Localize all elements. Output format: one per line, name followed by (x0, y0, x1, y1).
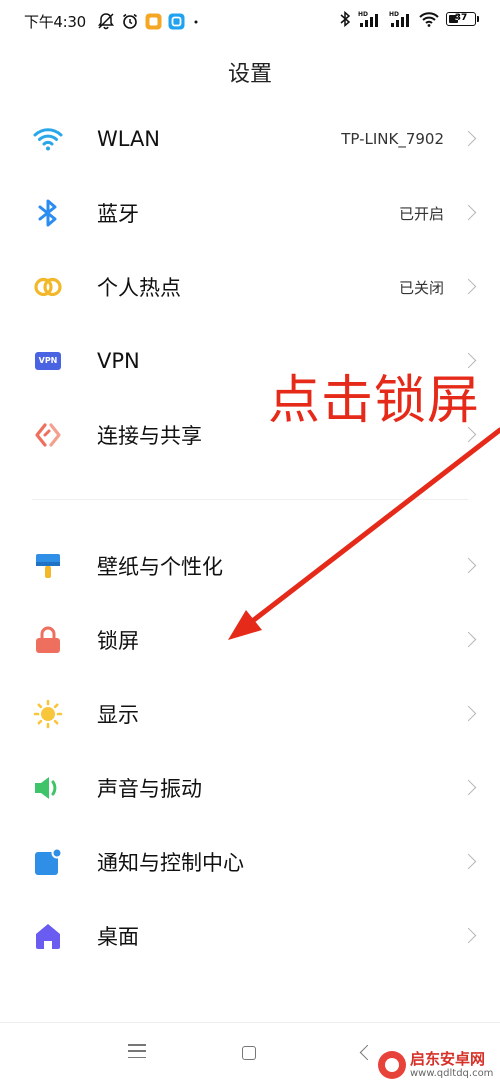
settings-item-label: 蓝牙 (97, 202, 139, 226)
status-right-icons: HD HD 37 (340, 10, 479, 28)
vpn-icon-label: VPN (35, 352, 61, 370)
chevron-right-icon (460, 853, 477, 870)
page-title: 设置 (227, 62, 272, 87)
mute-bell-icon (98, 13, 114, 30)
signal-hd-icon: HD (389, 11, 409, 27)
settings-item-label: 声音与振动 (97, 777, 202, 801)
settings-item-label: 显示 (97, 703, 139, 727)
hotspot-icon (33, 272, 63, 302)
status-left-icons (97, 12, 201, 30)
settings-item-wallpaper[interactable]: 壁纸与个性化 (0, 529, 500, 603)
settings-item-label: 壁纸与个性化 (97, 555, 223, 579)
home-button-icon[interactable] (242, 1046, 256, 1060)
connection-icon (33, 420, 63, 450)
more-dot-icon (194, 20, 198, 23)
signal-hd-icon: HD (358, 11, 378, 27)
wifi-icon (33, 124, 63, 154)
bluetooth-icon (33, 198, 63, 228)
settings-item-display[interactable]: 显示 (0, 677, 500, 751)
settings-item-sound[interactable]: 声音与振动 (0, 751, 500, 825)
settings-item-bluetooth[interactable]: 蓝牙 已开启 (0, 176, 500, 250)
speaker-icon (33, 773, 63, 803)
vpn-icon: VPN (33, 346, 63, 376)
settings-item-wlan[interactable]: WLAN TP-LINK_7902 (0, 102, 500, 176)
section-divider (32, 499, 468, 500)
settings-item-hotspot[interactable]: 个人热点 已关闭 (0, 250, 500, 324)
settings-item-label: 个人热点 (97, 276, 181, 300)
settings-item-value: 已开启 (398, 204, 444, 223)
wifi-status-icon (419, 12, 439, 27)
lock-icon (33, 625, 63, 655)
settings-item-label: 通知与控制中心 (97, 851, 244, 875)
sun-icon (33, 699, 63, 729)
settings-item-label: 锁屏 (97, 629, 139, 653)
settings-item-value: 已关闭 (398, 278, 444, 297)
alarm-icon (123, 13, 137, 29)
status-bar: 下午4:30 HD HD 37 (0, 0, 500, 44)
settings-item-notifications[interactable]: 通知与控制中心 (0, 825, 500, 899)
svg-text:HD: HD (358, 11, 368, 18)
settings-item-home-screen[interactable]: 桌面 (0, 899, 500, 973)
watermark-name: 启东安卓网 (410, 1049, 486, 1068)
notification-icon (33, 847, 63, 877)
watermark: 启东安卓网 www.qdltdq.com (378, 1046, 500, 1084)
settings-item-label: 桌面 (97, 925, 139, 949)
status-time: 下午4:30 (24, 13, 86, 31)
chevron-right-icon (460, 705, 477, 722)
svg-text:HD: HD (389, 11, 399, 18)
watermark-url: www.qdltdq.com (410, 1067, 494, 1079)
settings-item-label: 连接与共享 (97, 424, 202, 448)
settings-item-label: VPN (97, 349, 140, 373)
chevron-right-icon (460, 631, 477, 648)
chevron-right-icon (460, 779, 477, 796)
chevron-right-icon (460, 130, 477, 147)
wallpaper-icon (33, 551, 63, 581)
chevron-right-icon (460, 927, 477, 944)
chevron-right-icon (460, 557, 477, 574)
settings-item-lock-screen[interactable]: 锁屏 (0, 603, 500, 677)
watermark-logo-icon (378, 1051, 406, 1079)
home-icon (33, 921, 63, 951)
bluetooth-status-icon (340, 10, 350, 28)
menu-icon[interactable] (128, 1044, 146, 1060)
app-notification-icon (168, 13, 185, 29)
app-notification-icon (145, 13, 162, 29)
back-icon[interactable] (359, 1044, 376, 1061)
battery-icon: 37 (446, 12, 479, 26)
settings-item-label: WLAN (97, 127, 161, 151)
battery-tip (477, 16, 479, 22)
battery-level: 37 (454, 13, 468, 23)
chevron-right-icon (460, 204, 477, 221)
chevron-right-icon (460, 278, 477, 295)
annotation-text: 点击锁屏 (268, 371, 481, 431)
settings-item-value: TP-LINK_7902 (341, 130, 444, 148)
